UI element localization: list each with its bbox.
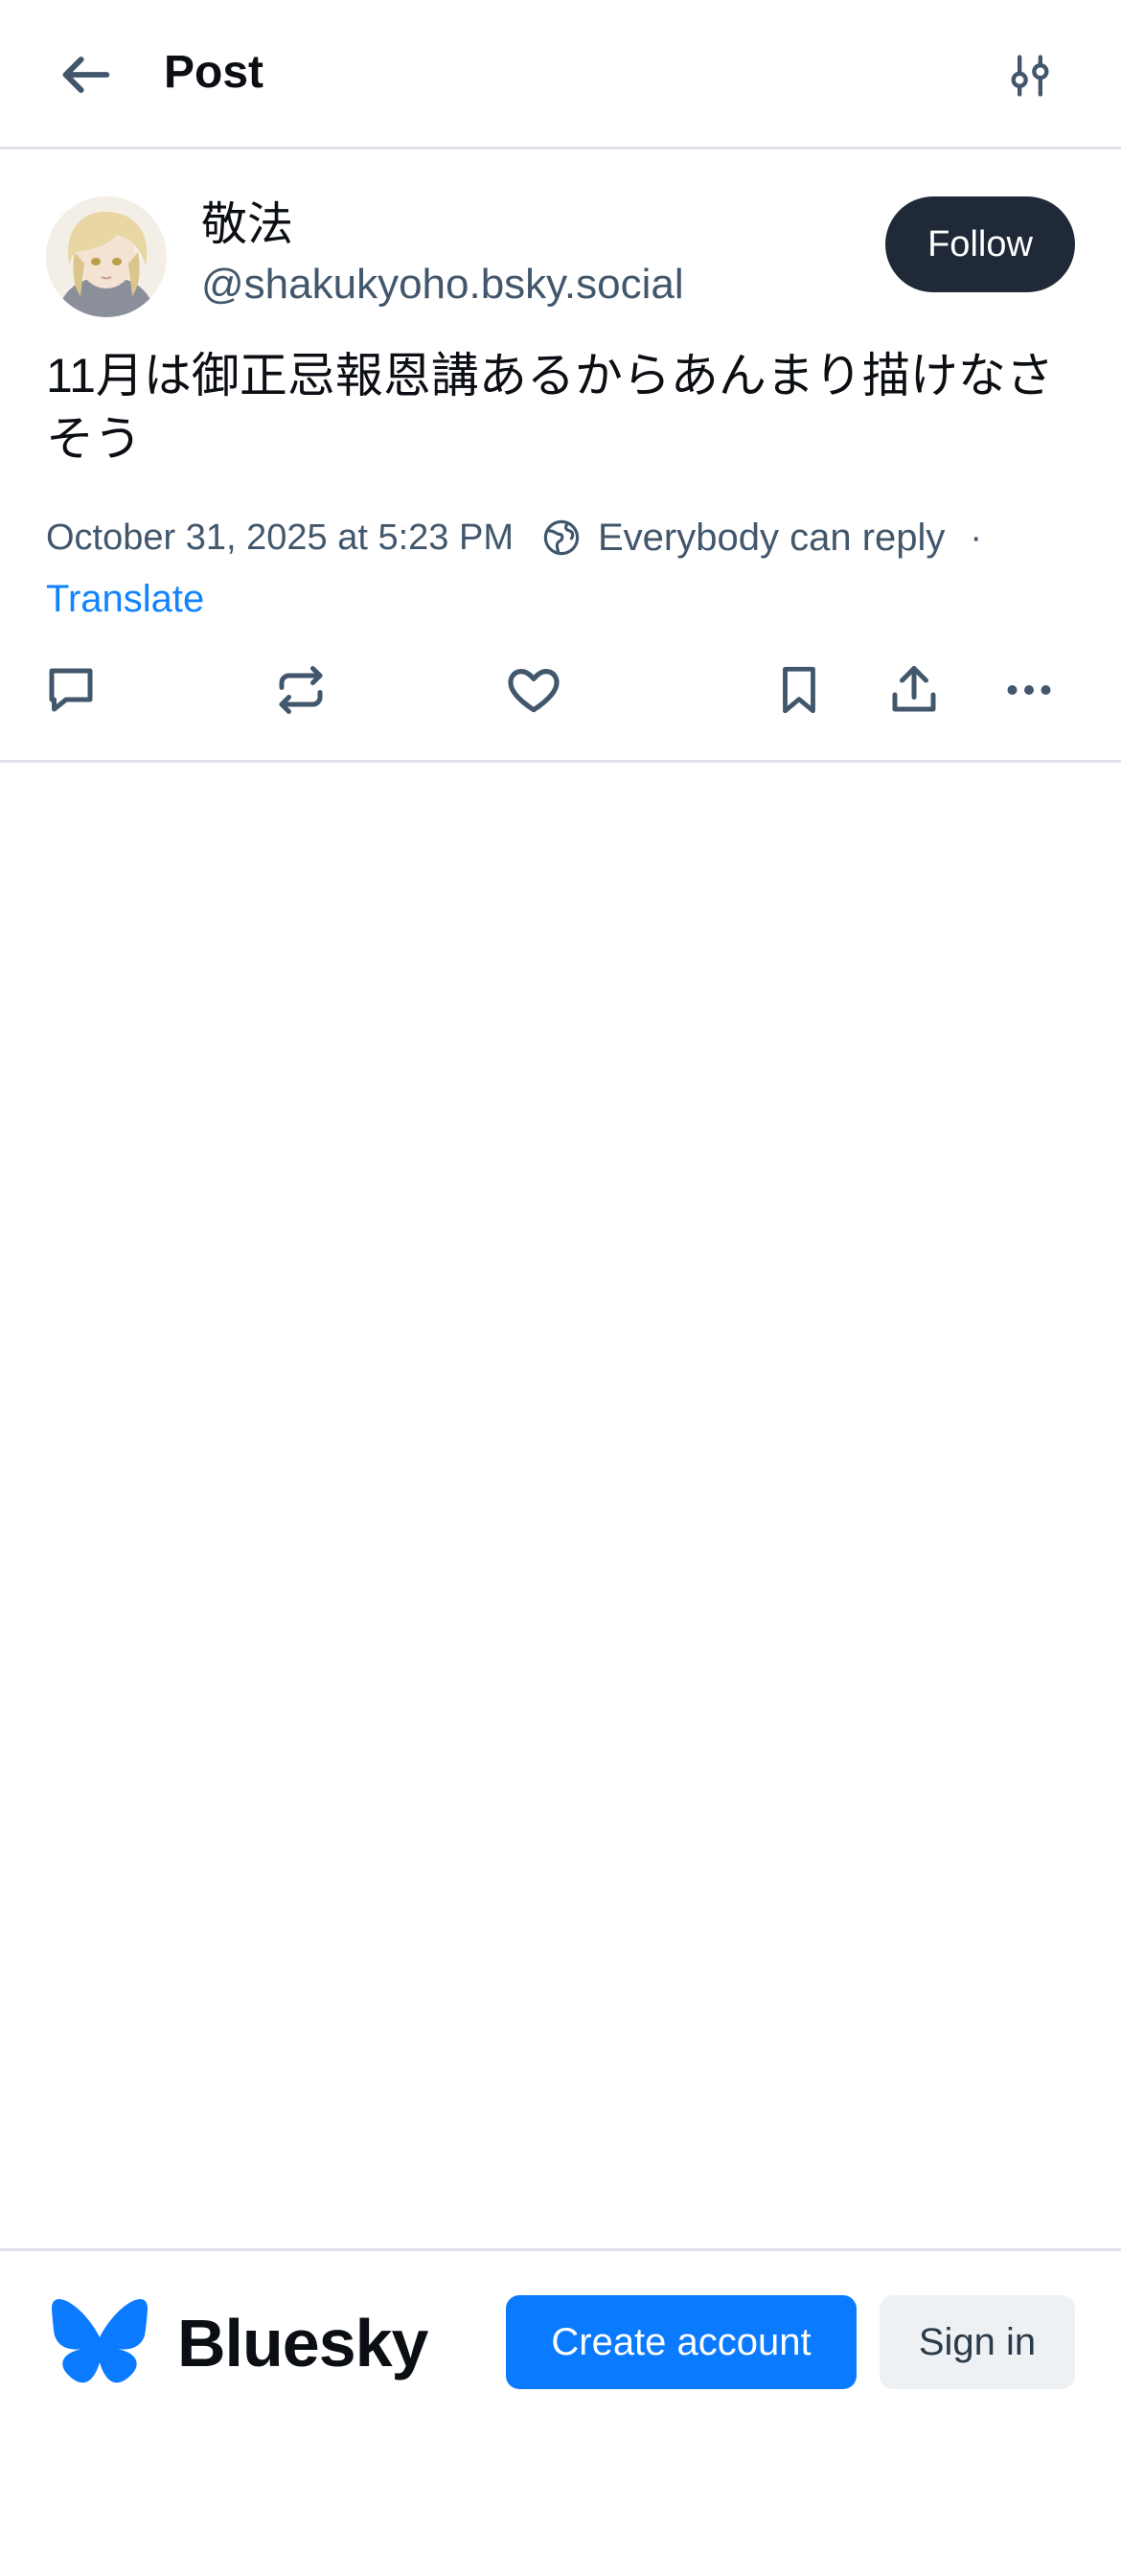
author-handle[interactable]: @shakukyoho.bsky.social [201,258,684,311]
create-account-button[interactable]: Create account [506,2295,857,2389]
globe-icon [540,517,583,559]
back-button[interactable] [52,44,121,105]
like-icon [508,669,560,713]
top-bar: Post [0,0,1121,150]
post-thread-item: 敬法 @shakukyoho.bsky.social Follow 11月は御正… [0,152,1121,763]
more-options-button[interactable] [995,656,1064,724]
page-title: Post [164,47,264,98]
reply-button[interactable] [36,656,105,724]
share-icon [892,666,936,712]
follow-button[interactable]: Follow [885,196,1075,292]
bookmark-icon [783,666,815,714]
sliders-icon [1011,55,1049,97]
arrow-left-icon [62,57,110,93]
share-button[interactable] [880,656,949,724]
author-display-name[interactable]: 敬法 [201,196,293,254]
repost-button[interactable] [266,656,335,724]
post-text: 11月は御正忌報恩講あるからあんまり描けなさそう [46,349,1054,466]
more-icon [1007,685,1051,695]
bluesky-butterfly-icon [52,2299,148,2383]
signup-footer: Bluesky Create account Sign in [0,2248,1121,2576]
sign-in-button[interactable]: Sign in [880,2295,1075,2389]
bluesky-wordmark: Bluesky [177,2306,428,2380]
avatar[interactable] [46,196,167,317]
like-button[interactable] [499,656,568,724]
repost-icon [279,666,323,714]
translate-link[interactable]: Translate [46,574,204,624]
reply-icon [49,668,93,712]
reply-setting-label[interactable]: Everybody can reply [598,517,945,560]
post-meta: October 31, 2025 at 5:23 PM Everybody ca… [46,509,982,566]
bookmark-button[interactable] [765,656,834,724]
post-timestamp[interactable]: October 31, 2025 at 5:23 PM [46,518,514,559]
thread-settings-button[interactable] [996,44,1064,107]
meta-separator: · [970,517,983,558]
